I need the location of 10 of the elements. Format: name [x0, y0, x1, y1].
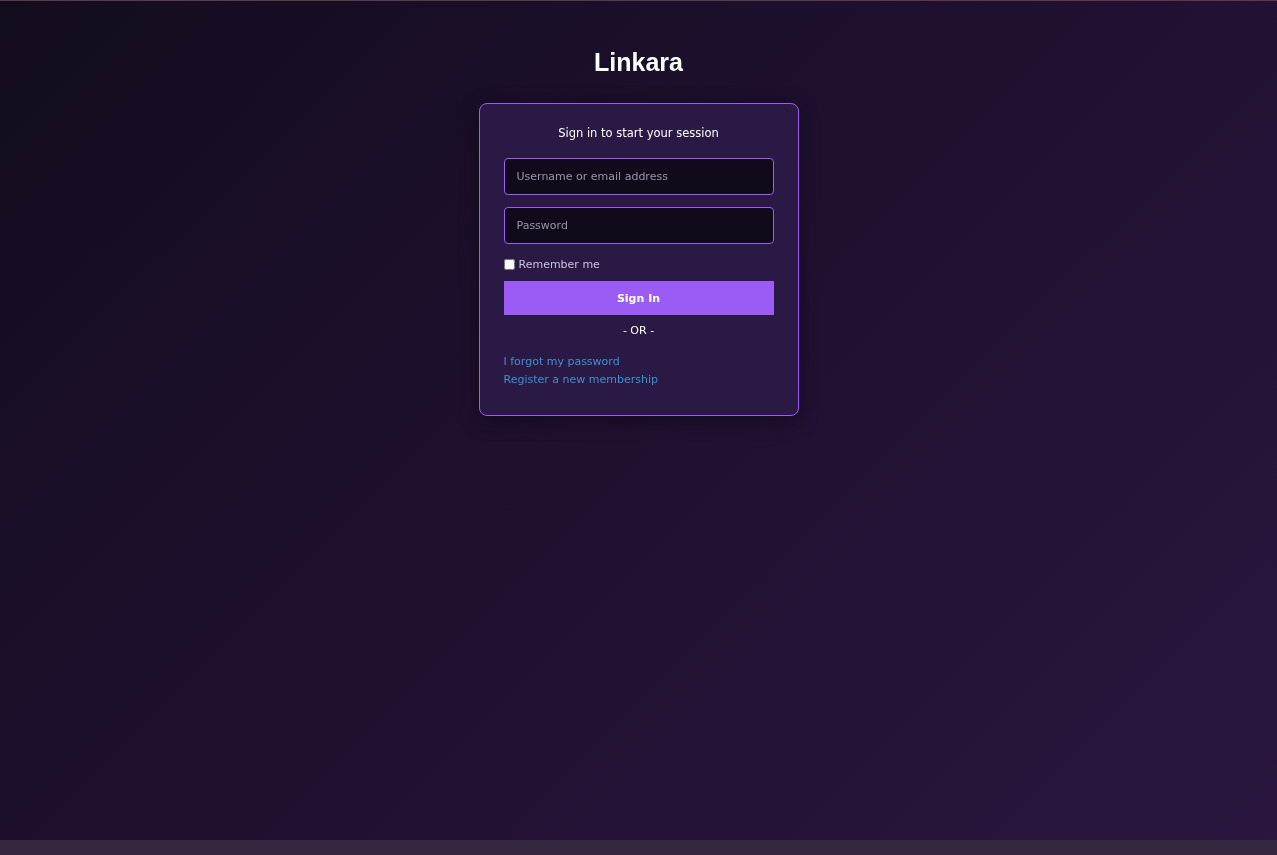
or-divider: - OR -: [621, 324, 656, 337]
password-field[interactable]: Password: [503, 207, 774, 244]
username-field[interactable]: Username or email address: [503, 158, 774, 195]
account-link[interactable]: I forgot my password: [503, 353, 620, 371]
sign-in-button[interactable]: Sign In: [503, 281, 774, 315]
remember-label: Remember me: [518, 258, 600, 271]
brand-title: Linkara: [594, 47, 683, 78]
remember-checkbox[interactable]: [503, 259, 515, 270]
account-link[interactable]: Register a new membership: [503, 371, 658, 389]
card-title: Sign in to start your session: [557, 126, 720, 140]
